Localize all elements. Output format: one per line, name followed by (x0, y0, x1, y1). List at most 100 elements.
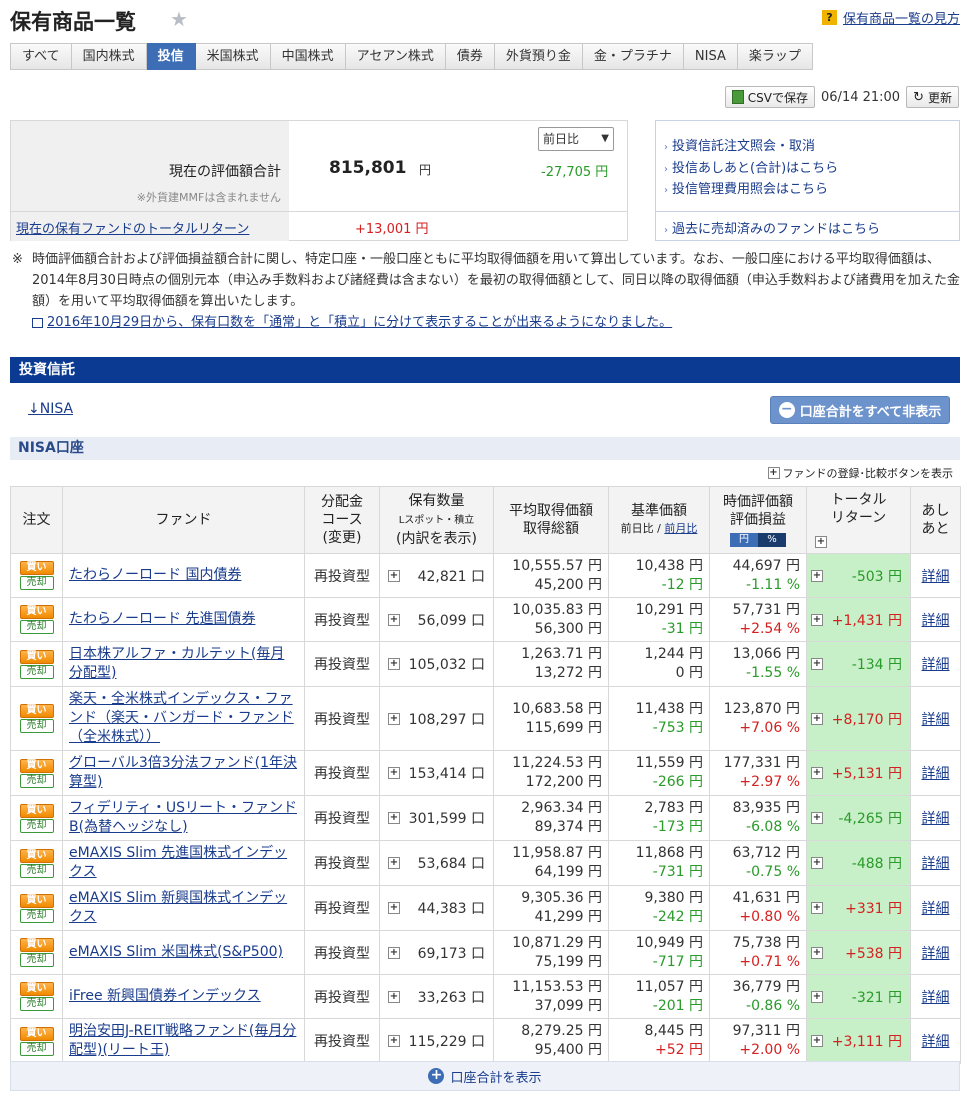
detail-link[interactable]: 詳細 (922, 811, 950, 827)
buy-button[interactable]: 買い (19, 1026, 54, 1041)
order-inquiry-link[interactable]: 投資信託注文照会・取消 (664, 135, 815, 154)
plus-icon[interactable]: + (811, 946, 823, 959)
toggle-yen[interactable]: 円 (730, 533, 758, 547)
help-link[interactable]: ? 保有商品一覧の見方 (821, 8, 960, 27)
fund-name-link[interactable]: eMAXIS Slim 先進国株式インデックス (69, 845, 287, 880)
news-link[interactable]: 2016年10月29日から、保有口数を「通常」と「積立」に分けて表示することが出… (47, 312, 672, 333)
detail-link[interactable]: 詳細 (922, 569, 950, 585)
tab-item[interactable]: 楽ラップ (737, 43, 813, 70)
detail-link[interactable]: 詳細 (922, 856, 950, 872)
buy-button[interactable]: 買い (19, 848, 54, 863)
detail-link[interactable]: 詳細 (922, 657, 950, 673)
tab-item[interactable]: 国内株式 (71, 43, 147, 70)
sell-button[interactable]: 売却 (19, 953, 54, 967)
plus-icon[interactable]: + (388, 569, 400, 582)
sell-button[interactable]: 売却 (19, 908, 54, 923)
buy-button[interactable]: 買い (19, 649, 54, 664)
fund-name-link[interactable]: グローバル3倍3分法ファンド(1年決算型) (69, 755, 297, 790)
header-qty-l3[interactable]: (内訳を表示) (380, 530, 493, 548)
fund-name-link[interactable]: フィデリティ・USリート・ファンドB(為替ヘッジなし) (69, 800, 297, 835)
plus-icon[interactable]: + (811, 902, 823, 914)
plus-icon[interactable]: + (811, 658, 823, 670)
plus-icon[interactable]: + (811, 613, 823, 626)
tab-item[interactable]: NISA (683, 43, 738, 70)
sold-funds-link[interactable]: 過去に売却済みのファンドはこちら (664, 218, 880, 237)
plus-icon[interactable]: + (811, 990, 823, 1003)
plus-icon[interactable]: + (811, 712, 823, 725)
plus-icon[interactable]: + (388, 712, 400, 725)
total-return-link[interactable]: 現在の保有ファンドのトータルリターン (16, 218, 249, 237)
show-total-button[interactable]: + 口座合計を表示 (10, 1061, 960, 1091)
toggle-pct[interactable]: % (758, 533, 786, 547)
sell-button[interactable]: 売却 (19, 773, 54, 788)
tab-item[interactable]: 中国株式 (270, 43, 346, 70)
sell-button[interactable]: 売却 (19, 719, 54, 733)
plus-icon[interactable]: + (388, 767, 400, 779)
tab-item[interactable]: 債券 (445, 43, 495, 70)
fee-inquiry-link[interactable]: 投信管理費用照会はこちら (664, 178, 828, 197)
plus-icon[interactable]: + (811, 857, 823, 869)
plus-icon[interactable]: + (815, 536, 827, 548)
nisa-anchor-link[interactable]: ↓NISA (28, 401, 73, 417)
sell-button[interactable]: 売却 (19, 997, 54, 1011)
buy-button[interactable]: 買い (19, 605, 54, 619)
tab-item[interactable]: アセアン株式 (345, 43, 446, 70)
fund-register-toggle[interactable]: + ファンドの登録･比較ボタンを表示 (767, 465, 953, 481)
sell-button[interactable]: 売却 (19, 1041, 54, 1056)
yen-pct-toggle[interactable]: 円% (730, 533, 786, 547)
buy-button[interactable]: 買い (19, 938, 54, 952)
detail-link[interactable]: 詳細 (922, 613, 950, 629)
star-icon[interactable]: ★ (170, 7, 188, 31)
detail-link[interactable]: 詳細 (922, 901, 950, 917)
plus-icon[interactable]: + (388, 1035, 400, 1047)
fund-name-link[interactable]: eMAXIS Slim 米国株式(S&P500) (69, 944, 283, 960)
detail-link[interactable]: 詳細 (922, 990, 950, 1006)
sell-button[interactable]: 売却 (19, 863, 54, 878)
plus-icon[interactable]: + (388, 990, 400, 1003)
tab-item[interactable]: 金・プラチナ (582, 43, 684, 70)
plus-icon[interactable]: + (811, 1035, 823, 1047)
fund-name-link[interactable]: iFree 新興国債券インデックス (69, 988, 261, 1004)
detail-link[interactable]: 詳細 (922, 766, 950, 782)
refresh-button[interactable]: ↻ 更新 (906, 86, 959, 108)
sell-button[interactable]: 売却 (19, 818, 54, 833)
plus-icon[interactable]: + (388, 857, 400, 869)
tab-item[interactable]: すべて (10, 43, 72, 70)
footprint-link[interactable]: 投信あしあと(合計)はこちら (664, 157, 838, 176)
tab-item[interactable]: 米国株式 (195, 43, 271, 70)
sell-button[interactable]: 売却 (19, 664, 54, 679)
tab-item[interactable]: 外貨預り金 (494, 43, 583, 70)
header-course-l3[interactable]: (変更) (305, 529, 379, 547)
help-link-text[interactable]: 保有商品一覧の見方 (843, 8, 960, 27)
plus-icon[interactable]: + (388, 946, 400, 959)
sell-button[interactable]: 売却 (19, 620, 54, 634)
fund-name-link[interactable]: 明治安田J-REIT戦略ファンド(毎月分配型)(リート王) (69, 1023, 296, 1058)
buy-button[interactable]: 買い (19, 803, 54, 818)
compare-select[interactable]: 前日比 ▼ (538, 127, 614, 151)
buy-button[interactable]: 買い (19, 982, 54, 996)
header-base-month-link[interactable]: 前月比 (664, 522, 697, 535)
fund-name-link[interactable]: 日本株アルファ・カルテット(毎月分配型) (69, 646, 284, 681)
sell-button[interactable]: 売却 (19, 576, 54, 590)
detail-link[interactable]: 詳細 (922, 712, 950, 728)
buy-button[interactable]: 買い (19, 893, 54, 908)
detail-link[interactable]: 詳細 (922, 946, 950, 962)
fund-name-link[interactable]: 楽天・全米株式インデックス・ファンド（楽天・バンガード・ファンド（全米株式）） (69, 691, 294, 745)
fund-name-link[interactable]: たわらノーロード 国内債券 (69, 567, 241, 583)
buy-button[interactable]: 買い (19, 704, 54, 718)
plus-icon[interactable]: + (811, 569, 823, 582)
plus-icon[interactable]: + (388, 812, 400, 824)
buy-button[interactable]: 買い (19, 561, 54, 575)
csv-save-button[interactable]: CSVで保存 (724, 86, 816, 108)
fund-name-link[interactable]: eMAXIS Slim 新興国株式インデックス (69, 890, 287, 925)
fund-name-link[interactable]: たわらノーロード 先進国債券 (69, 611, 255, 627)
detail-link[interactable]: 詳細 (922, 1034, 950, 1050)
buy-button[interactable]: 買い (19, 758, 54, 773)
plus-icon[interactable]: + (811, 767, 823, 779)
plus-icon[interactable]: + (811, 812, 823, 824)
tab-item[interactable]: 投信 (146, 43, 196, 70)
plus-icon[interactable]: + (388, 613, 400, 626)
hide-all-totals-button[interactable]: − 口座合計をすべて非表示 (770, 396, 950, 424)
plus-icon[interactable]: + (388, 658, 400, 670)
plus-icon[interactable]: + (388, 902, 400, 914)
